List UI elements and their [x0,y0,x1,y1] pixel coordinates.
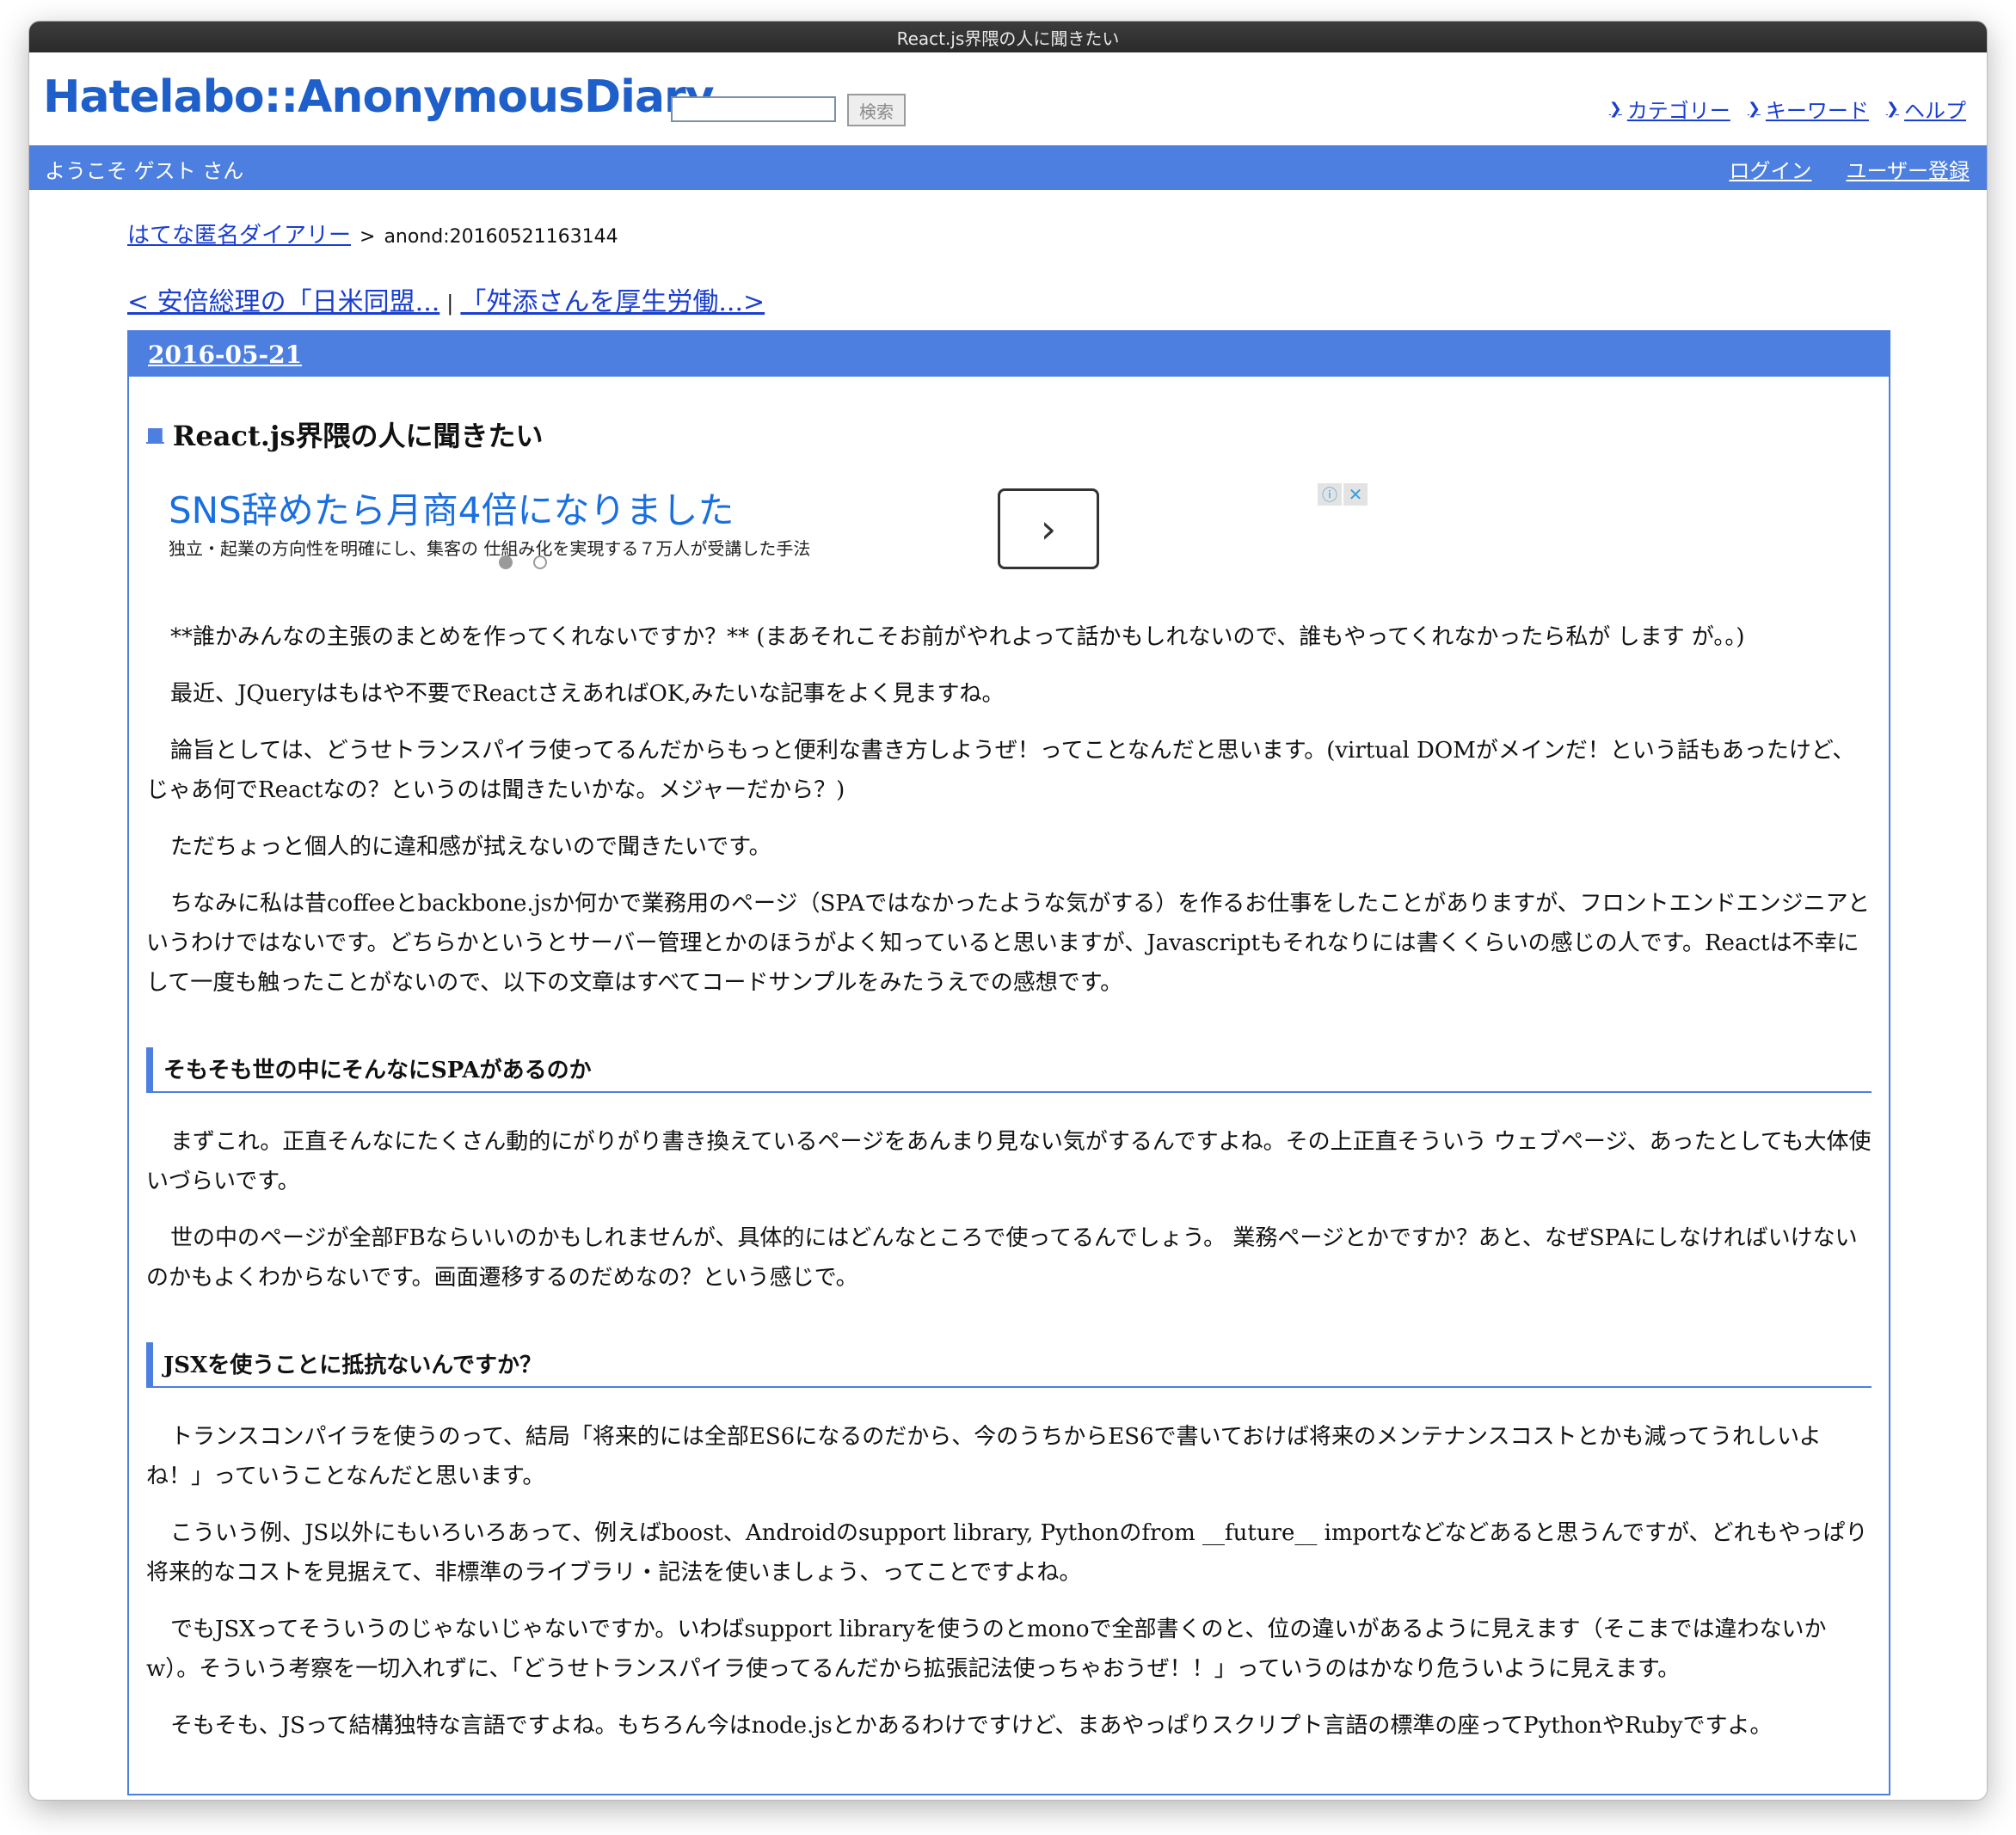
chevron-right-icon: ❯ [1885,100,1899,118]
breadcrumb-home-link[interactable]: はてな匿名ダイアリー [127,218,351,249]
body-paragraph: 論旨としては、どうせトランスパイラ使ってるんだからもっと便利な書き方しようぜ！っ… [146,738,1855,803]
body-paragraph: でもJSXってそういうのじゃないじゃないですか。いわばsupport libra… [146,1617,1827,1682]
login-link[interactable]: ログイン [1729,154,1811,184]
keyword-link[interactable]: ❯ キーワード [1748,94,1869,124]
window-title: React.js界隈の人に聞きたい [896,28,1120,49]
breadcrumb-separator: > [360,226,376,248]
breadcrumb-entry-id: anond:20160521163144 [384,226,618,248]
prev-entry-link[interactable]: < 安倍総理の「日米同盟... [127,287,439,317]
day-body: ■ React.js界隈の人に聞きたい SNS辞めたら月商4倍になりました 独立… [129,414,1889,1746]
ad-headline[interactable]: SNS辞めたら月商4倍になりました [169,482,734,534]
browser-window: React.js界隈の人に聞きたい Hatelabo::AnonymousDia… [29,21,1987,1800]
body-paragraph: ただちょっと個人的に違和感が拭えないので聞きたいです。 [170,834,771,860]
user-links: ログイン ユーザー登録 [1729,154,1970,184]
body-paragraph: まずこれ。正直そんなにたくさん動的にがりがり書き換えているページをあんまり見ない… [146,1129,1872,1194]
site-logo[interactable]: Hatelabo::AnonymousDiary [43,71,715,123]
search-input[interactable] [671,96,836,122]
pager-separator: | [446,292,454,316]
entry-pager: < 安倍総理の「日米同盟... | 「舛添さんを厚生労働...> [127,280,1890,318]
entry-permalink-icon[interactable]: ■ [146,423,164,445]
next-entry-link[interactable]: 「舛添さんを厚生労働...> [460,287,765,317]
site-header: Hatelabo::AnonymousDiary 検索 ❯ カテゴリー ❯ キーワー… [29,52,1987,145]
user-bar: ようこそ ゲスト さん ログイン ユーザー登録 [29,145,1987,190]
ad-info-icon[interactable]: ⓘ [1318,483,1342,506]
ad-banner[interactable]: SNS辞めたら月商4倍になりました 独立・起業の方向性を明確にし、集客の 仕組み… [146,471,1872,600]
body-paragraph: 世の中のページが全部FBならいいのかもしれませんが、具体的にはどんなところで使っ… [146,1225,1858,1291]
keyword-link-label: キーワード [1765,99,1869,123]
header-nav: ❯ カテゴリー ❯ キーワード ❯ ヘルプ [1609,94,1966,124]
body-paragraph: トランスコンパイラを使うのって、結局「将来的には全部ES6になるのだから、今のう… [146,1424,1822,1489]
ad-arrow-button[interactable]: › [998,488,1099,569]
day-header: 2016-05-21 [129,332,1889,377]
register-link[interactable]: ユーザー登録 [1846,154,1970,184]
chevron-right-icon: ❯ [1608,100,1622,118]
help-link-label: ヘルプ [1904,99,1966,123]
ad-close-icon[interactable]: ✕ [1343,483,1368,506]
body-paragraph: こういう例、JS以外にもいろいろあって、例えばboost、Androidのsup… [146,1520,1868,1586]
breadcrumb: はてな匿名ダイアリー > anond:20160521163144 [127,218,1890,249]
body-paragraph: ちなみに私は昔coffeeとbackbone.jsか何かで業務用のページ（SPA… [146,891,1871,996]
category-link[interactable]: ❯ カテゴリー [1609,94,1730,124]
window-titlebar: React.js界隈の人に聞きたい [29,21,1987,52]
chevron-right-icon: ❯ [1747,100,1761,118]
help-link[interactable]: ❯ ヘルプ [1886,94,1966,124]
entry-title-text: React.js界隈の人に聞きたい [172,420,544,452]
entry-title: ■ React.js界隈の人に聞きたい [146,414,1872,454]
search-button[interactable]: 検索 [847,94,906,126]
body-paragraph: **誰かみんなの主張のまとめを作ってくれないですか？** (まあそれこそお前がや… [170,624,1745,650]
main-content: はてな匿名ダイアリー > anond:20160521163144 < 安倍総理… [127,193,1890,1795]
ad-carousel-dot-active[interactable] [499,555,513,569]
entry-date-link[interactable]: 2016-05-21 [148,341,302,369]
section-heading: そもそも世の中にそんなにSPAがあるのか [146,1047,1872,1093]
welcome-text: ようこそ ゲスト さん [45,159,244,183]
body-paragraph: 最近、JQueryはもはや不要でReactさえあればOK,みたいな記事をよく見ま… [170,681,1005,707]
body-paragraph: そもそも、JSって結構独特な言語ですよね。もちろん今はnode.jsとかあるわけ… [170,1713,1773,1739]
ad-carousel-dot[interactable] [533,555,547,569]
section-heading: JSXを使うことに抵抗ないんですか？ [146,1342,1872,1388]
category-link-label: カテゴリー [1626,99,1730,123]
ad-subline: 独立・起業の方向性を明確にし、集客の 仕組み化を実現する７万人が受講した手法 [169,538,811,559]
day-section: 2016-05-21 ■ React.js界隈の人に聞きたい SNS辞めたら月商… [127,330,1890,1795]
